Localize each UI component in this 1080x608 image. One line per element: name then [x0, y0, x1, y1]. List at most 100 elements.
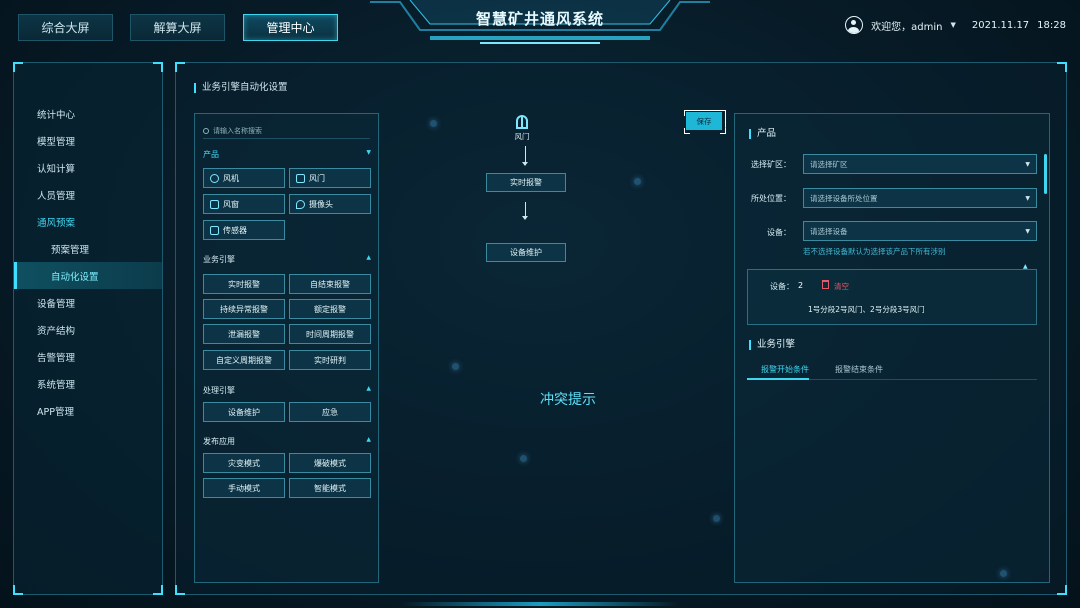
area-select[interactable]: 请选择矿区 ▼	[803, 154, 1037, 174]
selected-devices-count: 2	[798, 281, 804, 290]
chevron-down-icon[interactable]: ▼	[951, 21, 956, 29]
chevron-down-icon: ▼	[1025, 194, 1030, 202]
component-palette: 请输入名称搜索 产品 ▼ 风机 风门 风窗 摄像头 传感器 业务引擎 ▲ 实时报…	[194, 113, 379, 583]
section-product[interactable]: 产品 ▼	[203, 149, 371, 160]
page-title: 业务引擎自动化设置	[194, 83, 288, 93]
sidebar-item-ventilation-plan[interactable]: 通风预案	[14, 208, 162, 235]
properties-panel: 产品 选择矿区： 请选择矿区 ▼ 所处位置： 请选择设备所处位置 ▼ 设备： 请…	[734, 113, 1050, 583]
palette-item-camera[interactable]: 摄像头	[289, 194, 371, 214]
sidebar-item-system[interactable]: 系统管理	[14, 370, 162, 397]
sidebar-item-plan-management[interactable]: 预案管理	[14, 235, 162, 262]
sidebar-item-alarms[interactable]: 告警管理	[14, 343, 162, 370]
palette-item-disaster-mode[interactable]: 灾变模式	[203, 453, 285, 473]
palette-item-label: 风机	[223, 173, 239, 183]
sidebar-item-app[interactable]: APP管理	[14, 397, 162, 424]
section-publish[interactable]: 发布应用 ▲	[203, 436, 371, 447]
top-bar: 综合大屏 解算大屏 管理中心 智慧矿井通风系统 欢迎您，admin ▼ 2021…	[0, 0, 1080, 52]
sidebar: 统计中心 模型管理 认知计算 人员管理 通风预案 预案管理 自动化设置 设备管理…	[13, 62, 163, 595]
area-label: 选择矿区：	[751, 160, 791, 169]
selected-devices: 设备： 2 清空 1号分段2号风门、2号分段3号风门	[747, 269, 1037, 325]
decor-dot	[713, 515, 720, 522]
welcome-user[interactable]: 欢迎您，admin	[871, 18, 942, 33]
props-product-title: 产品	[749, 129, 776, 139]
palette-item-window[interactable]: 风窗	[203, 194, 285, 214]
area-placeholder: 请选择矿区	[810, 159, 848, 169]
palette-item-label: 风窗	[223, 199, 239, 209]
door-icon	[296, 173, 305, 183]
scrollbar[interactable]	[1044, 154, 1047, 194]
chevron-down-icon[interactable]: ▼	[366, 149, 371, 160]
palette-item-rated-alarm[interactable]: 额定报警	[289, 299, 371, 319]
flow-connector	[525, 202, 526, 216]
chevron-up-icon[interactable]: ▲	[366, 385, 371, 396]
sidebar-item-statistics[interactable]: 统计中心	[14, 100, 162, 127]
palette-item-sensor[interactable]: 传感器	[203, 220, 285, 240]
user-area: 欢迎您，admin ▼ 2021.11.17 18:28	[845, 16, 1066, 34]
sidebar-item-cognitive[interactable]: 认知计算	[14, 154, 162, 181]
bottom-glow	[400, 602, 680, 606]
palette-item-continuous-alarm[interactable]: 持续异常报警	[203, 299, 285, 319]
search-input[interactable]: 请输入名称搜索	[203, 124, 370, 139]
flow-node-realtime-alarm[interactable]: 实时报警	[486, 173, 566, 192]
palette-item-blasting-mode[interactable]: 爆破模式	[289, 453, 371, 473]
flow-node-maintenance[interactable]: 设备维护	[486, 243, 566, 262]
tab-alarm-start-condition[interactable]: 报警开始条件	[761, 364, 809, 375]
palette-item-emergency[interactable]: 应急	[289, 402, 371, 422]
flow-connector	[525, 146, 526, 162]
fan-icon	[210, 173, 219, 183]
arrow-down-icon	[522, 162, 528, 166]
search-icon	[203, 128, 209, 134]
palette-item-period-alarm[interactable]: 时间周期报警	[289, 324, 371, 344]
selected-devices-label: 设备：	[770, 282, 794, 291]
save-button[interactable]: 保存	[686, 112, 722, 130]
sidebar-item-assets[interactable]: 资产结构	[14, 316, 162, 343]
location-label: 所处位置：	[751, 194, 791, 203]
tab-alarm-end-condition[interactable]: 报警结束条件	[835, 364, 883, 375]
sidebar-item-automation[interactable]: 自动化设置	[14, 262, 162, 289]
user-avatar-icon[interactable]	[845, 16, 864, 34]
palette-item-realtime-judge[interactable]: 实时研判	[289, 350, 371, 370]
date: 2021.11.17	[971, 19, 1030, 31]
location-select[interactable]: 请选择设备所处位置 ▼	[803, 188, 1037, 208]
clear-button[interactable]: 清空	[834, 281, 849, 292]
trash-icon[interactable]	[822, 280, 829, 289]
palette-item-door[interactable]: 风门	[289, 168, 371, 188]
decor-dot	[520, 455, 527, 462]
window-icon	[210, 199, 219, 209]
palette-item-fan[interactable]: 风机	[203, 168, 285, 188]
sidebar-item-personnel[interactable]: 人员管理	[14, 181, 162, 208]
section-engine[interactable]: 业务引擎 ▲	[203, 254, 371, 265]
palette-item-realtime-alarm[interactable]: 实时报警	[203, 274, 285, 294]
selected-devices-list: 1号分段2号风门、2号分段3号风门	[808, 305, 925, 314]
section-process[interactable]: 处理引擎 ▲	[203, 385, 371, 396]
palette-item-custom-period-alarm[interactable]: 自定义周期报警	[203, 350, 285, 370]
device-select[interactable]: 请选择设备 ▼	[803, 221, 1037, 241]
decor-dot	[634, 178, 641, 185]
palette-item-manual-mode[interactable]: 手动模式	[203, 478, 285, 498]
decor-dot	[1000, 570, 1007, 577]
device-placeholder: 请选择设备	[810, 226, 848, 236]
arrow-down-icon	[522, 216, 528, 220]
active-tab-indicator	[747, 378, 809, 380]
palette-item-label: 摄像头	[309, 199, 333, 209]
main-panel: 业务引擎自动化设置 请输入名称搜索 产品 ▼ 风机 风门 风窗 摄像头 传感器 …	[175, 62, 1067, 595]
palette-item-leak-alarm[interactable]: 泄漏报警	[203, 324, 285, 344]
chevron-up-icon[interactable]: ▲	[366, 254, 371, 265]
camera-icon	[296, 199, 305, 209]
location-placeholder: 请选择设备所处位置	[810, 193, 878, 203]
flow-start-label: 风门	[514, 132, 530, 141]
sensor-icon	[210, 225, 219, 235]
section-publish-title: 发布应用	[203, 437, 235, 446]
section-engine-title: 业务引擎	[203, 255, 235, 264]
section-product-title: 产品	[203, 150, 219, 159]
sidebar-item-model[interactable]: 模型管理	[14, 127, 162, 154]
palette-item-self-end-alarm[interactable]: 自结束报警	[289, 274, 371, 294]
palette-item-maintenance[interactable]: 设备维护	[203, 402, 285, 422]
door-icon[interactable]	[516, 115, 528, 129]
chevron-up-icon[interactable]: ▲	[366, 436, 371, 447]
decor-dot	[452, 363, 459, 370]
sidebar-item-devices[interactable]: 设备管理	[14, 289, 162, 316]
palette-item-smart-mode[interactable]: 智能模式	[289, 478, 371, 498]
chevron-down-icon: ▼	[1025, 227, 1030, 235]
palette-item-label: 风门	[309, 173, 325, 183]
